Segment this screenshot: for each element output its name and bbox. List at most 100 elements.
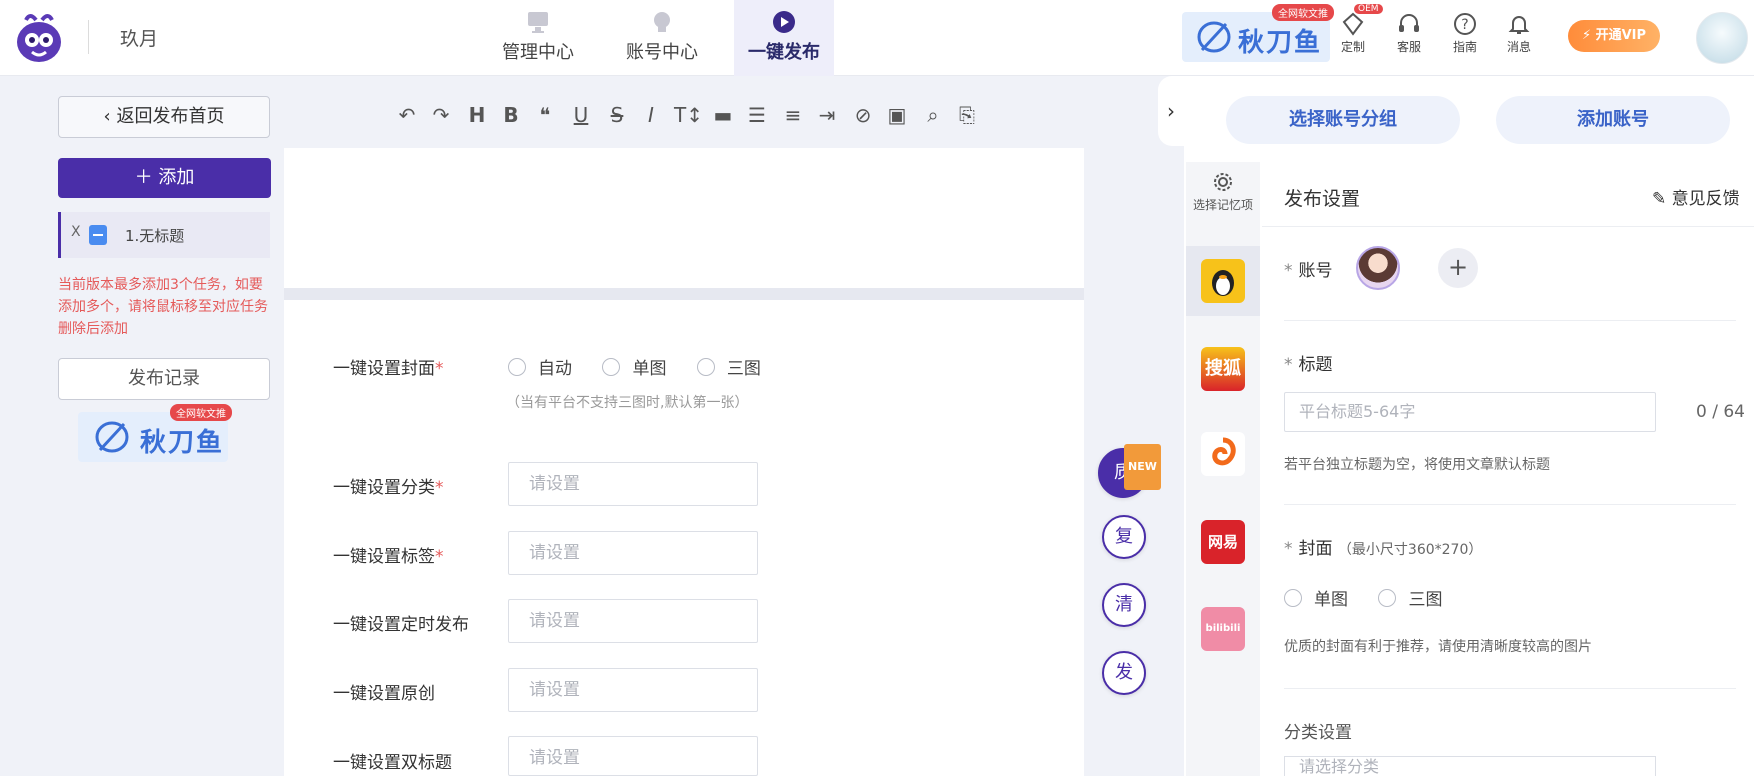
redo-icon[interactable]: ↷ xyxy=(428,102,454,128)
headset-icon xyxy=(1399,14,1419,32)
nav-account-center[interactable]: 账号中心 xyxy=(612,0,712,76)
italic-icon[interactable]: I xyxy=(638,102,664,128)
cover-single-radio[interactable] xyxy=(602,357,621,376)
guide-tool[interactable]: ? 指南 xyxy=(1442,12,1488,55)
nav-label: 一键发布 xyxy=(748,42,820,63)
heading-icon[interactable]: H xyxy=(464,102,490,128)
dayu-icon[interactable] xyxy=(1201,432,1245,476)
question-icon: ? xyxy=(1454,13,1476,35)
schedule-input[interactable]: 请设置 xyxy=(508,599,758,643)
category-input[interactable]: 请设置 xyxy=(508,462,758,506)
quality-button[interactable]: 质 NEW xyxy=(1098,444,1161,498)
qq-penguin-icon[interactable] xyxy=(1201,259,1245,303)
task-title: 1.无标题 xyxy=(125,227,185,245)
nav-management-center[interactable]: 管理中心 xyxy=(488,0,588,76)
add-account-plus-icon[interactable]: + xyxy=(1438,248,1478,288)
account-label: * 账号 xyxy=(1284,261,1333,281)
memory-settings[interactable]: 选择记忆项 xyxy=(1186,172,1260,213)
dual-title-input[interactable]: 请设置 xyxy=(508,736,758,776)
bold-icon[interactable]: B xyxy=(498,102,524,128)
gear-icon xyxy=(1214,173,1232,191)
promo-tag: 全网软文推 xyxy=(1272,4,1334,21)
cover-setting-label: 一键设置封面* xyxy=(333,359,444,379)
promo-banner-sidebar[interactable]: 秋刀鱼 全网软文推 xyxy=(78,404,232,462)
underline-icon[interactable]: U xyxy=(568,102,594,128)
nav-one-click-publish[interactable]: 一键发布 xyxy=(734,0,834,76)
document-icon xyxy=(89,225,107,245)
promo-tag: 全网软文推 xyxy=(170,404,232,421)
right-cover-single-radio[interactable] xyxy=(1284,588,1302,607)
quote-icon[interactable]: ❝ xyxy=(532,102,558,128)
robot-logo-icon[interactable] xyxy=(12,8,66,68)
messages-tool[interactable]: 消息 xyxy=(1496,12,1542,55)
undo-icon[interactable]: ↶ xyxy=(394,102,420,128)
divider xyxy=(1262,226,1754,227)
chevron-left-icon: ‹ xyxy=(103,106,111,127)
select-account-group-button[interactable]: 选择账号分组 xyxy=(1226,96,1460,144)
publish-settings-title: 发布设置 xyxy=(1284,188,1361,210)
vip-label: 开通VIP xyxy=(1595,28,1647,43)
customize-tool[interactable]: OEM 定制 xyxy=(1330,4,1383,55)
document-export-icon[interactable]: ⎘ xyxy=(954,102,980,128)
task-item[interactable]: X 1.无标题 xyxy=(58,212,270,258)
account-avatar[interactable] xyxy=(1356,246,1400,290)
fish-icon xyxy=(95,421,129,453)
feedback-label: 意见反馈 xyxy=(1671,189,1740,209)
oem-tag: OEM xyxy=(1354,4,1383,14)
search-icon[interactable]: ⌕ xyxy=(920,102,946,128)
memory-settings-label: 选择记忆项 xyxy=(1192,198,1253,212)
right-cover-triple-radio[interactable] xyxy=(1378,588,1397,607)
title-label: * 标题 xyxy=(1284,355,1333,375)
category-select[interactable]: 请选择分类 xyxy=(1284,756,1656,776)
netease-icon[interactable]: 网易 xyxy=(1201,520,1245,564)
bilibili-label: bilibili xyxy=(1205,623,1241,634)
title-hint: 若平台独立标题为空，将使用文章默认标题 xyxy=(1284,457,1550,473)
indent-icon[interactable]: ⇥ xyxy=(814,102,840,128)
feedback-link[interactable]: ✎ 意见反馈 xyxy=(1652,184,1740,209)
monitor-icon xyxy=(528,12,548,33)
bilibili-icon[interactable]: bilibili xyxy=(1201,607,1245,651)
close-task-icon[interactable]: X xyxy=(71,224,81,240)
play-icon xyxy=(773,11,795,33)
editor-title-area[interactable] xyxy=(284,148,1084,288)
vip-button[interactable]: ⚡ 开通VIP xyxy=(1568,20,1660,52)
clear-button[interactable]: 清 xyxy=(1102,583,1146,627)
radio-label: 三图 xyxy=(726,359,761,379)
add-account-button[interactable]: 添加账号 xyxy=(1496,96,1730,144)
netease-label: 网易 xyxy=(1207,533,1238,551)
service-label: 客服 xyxy=(1396,40,1421,54)
divider xyxy=(1284,320,1736,321)
publish-record-button[interactable]: 发布记录 xyxy=(58,358,270,400)
image-icon[interactable]: ▣ xyxy=(884,102,910,128)
title-input[interactable]: 平台标题5-64字 xyxy=(1284,392,1656,432)
promo-text: 秋刀鱼 xyxy=(1238,28,1323,58)
category-setting-label: 一键设置分类* xyxy=(333,478,444,498)
strikethrough-icon[interactable]: S xyxy=(604,102,630,128)
tags-input[interactable]: 请设置 xyxy=(508,531,758,575)
collapse-panel-chevron-icon[interactable]: › xyxy=(1158,76,1184,146)
sohu-icon[interactable]: 搜狐 xyxy=(1201,347,1245,391)
schedule-setting-label: 一键设置定时发布 xyxy=(333,615,469,635)
clear-format-icon[interactable]: ⊘ xyxy=(850,102,876,128)
add-task-button[interactable]: ＋ 添加 xyxy=(58,158,271,198)
cover-triple-radio[interactable] xyxy=(696,357,715,376)
list-icon[interactable]: ☰ xyxy=(744,102,770,128)
back-to-publish-home-button[interactable]: ‹ 返回发布首页 xyxy=(58,96,270,138)
customize-label: 定制 xyxy=(1340,40,1365,54)
divider xyxy=(1284,688,1736,689)
brand-divider xyxy=(88,20,89,54)
svg-text:?: ? xyxy=(1461,17,1468,33)
user-avatar[interactable] xyxy=(1696,12,1748,64)
publish-button[interactable]: 发 xyxy=(1102,651,1146,695)
guide-label: 指南 xyxy=(1452,40,1477,54)
divider-line-icon[interactable]: ▬ xyxy=(710,102,736,128)
align-icon[interactable]: ≡ xyxy=(780,102,806,128)
original-input[interactable]: 请设置 xyxy=(508,668,758,712)
messages-label: 消息 xyxy=(1506,40,1531,54)
copy-button[interactable]: 复 xyxy=(1102,515,1146,559)
brand-name: 玖月 xyxy=(120,28,159,50)
service-tool[interactable]: 客服 xyxy=(1386,12,1432,55)
cover-auto-radio[interactable] xyxy=(508,357,526,376)
font-size-icon[interactable]: T↕ xyxy=(674,102,703,128)
promo-banner[interactable]: 秋刀鱼 全网软文推 xyxy=(1182,4,1334,62)
